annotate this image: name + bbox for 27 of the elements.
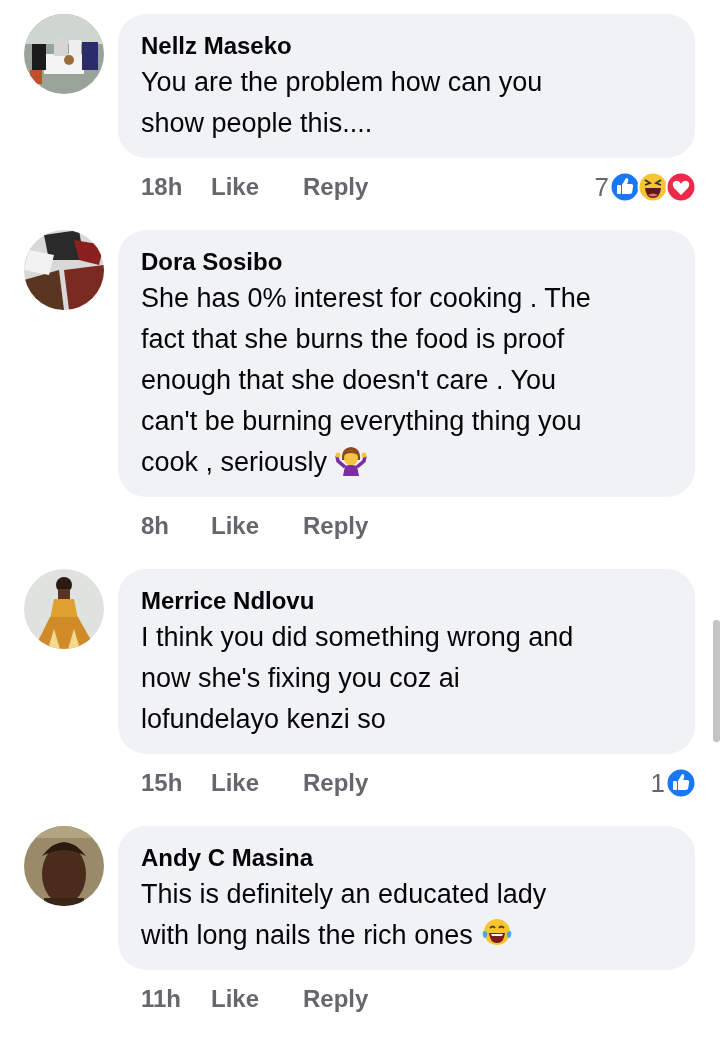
author-name[interactable]: Nellz Maseko — [141, 30, 671, 62]
shrugging-woman-icon — [335, 444, 368, 476]
comment-time: 11h — [141, 985, 183, 1013]
reply-link[interactable]: Reply — [303, 173, 369, 201]
author-name[interactable]: Dora Sosibo — [141, 246, 671, 278]
reply-link[interactable]: Reply — [303, 985, 369, 1013]
like-link[interactable]: Like — [211, 985, 260, 1013]
thumbs-up-icon — [609, 171, 641, 203]
laughing-face-icon — [637, 171, 669, 203]
comment-text: She has 0% interest for cooking . The fact that she burns the food is proof enough that she doesn't care . You can't be burning everything thing you cook , seriously — [141, 282, 592, 479]
comment-text: You are the problem how can you show people this.... — [141, 66, 544, 140]
comment-time: 8h — [141, 512, 170, 540]
author-name[interactable]: Andy C Masina — [141, 842, 671, 874]
reply-link[interactable]: Reply — [303, 512, 369, 540]
scrollbar[interactable] — [713, 620, 720, 742]
reaction-count: 1 — [650, 767, 665, 799]
reaction-count: 7 — [594, 171, 609, 203]
thumbs-up-icon — [665, 767, 697, 799]
reply-link[interactable]: Reply — [303, 769, 369, 797]
author-name[interactable]: Merrice Ndlovu — [141, 585, 671, 617]
comment-time: 15h — [141, 769, 184, 797]
comment-text: I think you did something wrong and now she's fixing you coz ai lofundelayo kenzi so — [141, 621, 575, 736]
like-link[interactable]: Like — [211, 173, 260, 201]
comment-text: This is definitely an educated lady with long nails the rich ones — [141, 878, 548, 952]
comment-time: 18h — [141, 173, 184, 201]
like-link[interactable]: Like — [211, 769, 260, 797]
like-link[interactable]: Like — [211, 512, 260, 540]
